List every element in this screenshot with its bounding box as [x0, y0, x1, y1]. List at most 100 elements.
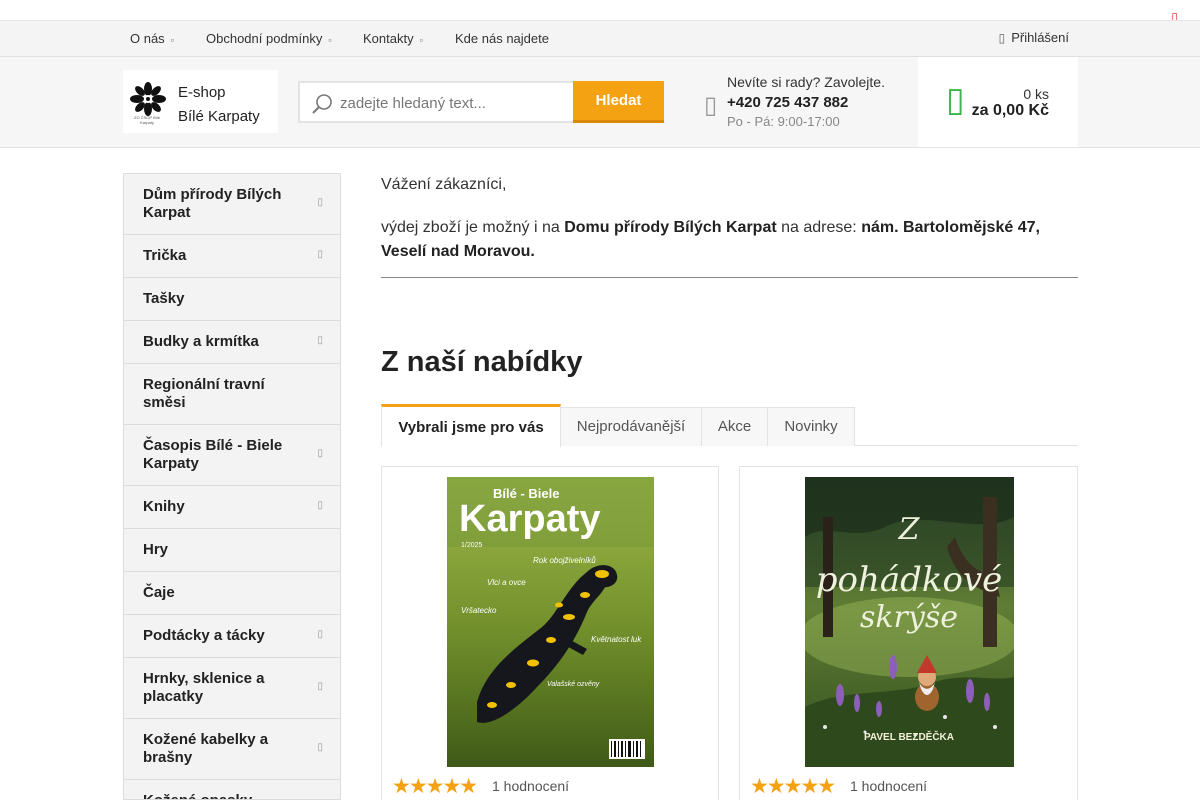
notice-text: výdej zboží je možný i na Domu přírody B… — [381, 216, 1078, 264]
sidebar-item-casopis[interactable]: Časopis Bílé - Biele Karpaty ▯ — [124, 425, 340, 486]
help-text: Nevíte si rady? Zavolejte. — [727, 74, 885, 90]
category-label: Tašky — [143, 290, 185, 307]
chevron-down-icon: ▫ — [170, 35, 174, 45]
login-label: Přihlášení — [1011, 30, 1069, 45]
category-label: Hrnky, sklenice a placatky — [143, 670, 265, 705]
cover-title-line2: pohádkové — [816, 560, 1003, 600]
rating-text[interactable]: 1 hodnocení — [492, 778, 569, 794]
chevron-right-icon: ▯ — [317, 249, 323, 260]
nav-item-kde-nas-najdete[interactable]: Kde nás najdete — [455, 21, 549, 57]
tab-akce[interactable]: Akce — [701, 407, 768, 446]
logo-subtitle: ZO ČSOP Bílé Karpaty — [134, 115, 160, 125]
chevron-right-icon: ▯ — [317, 681, 323, 692]
rating-stars: ★★★★★ — [392, 775, 478, 798]
rating-text[interactable]: 1 hodnocení — [850, 778, 927, 794]
sidebar-item-hry[interactable]: Hry — [124, 529, 340, 572]
category-label: Budky a krmítka — [143, 333, 259, 350]
sidebar-item-podtacky[interactable]: Podtácky a tácky ▯ — [124, 615, 340, 658]
chevron-right-icon: ▯ — [317, 500, 323, 511]
notice-prefix: výdej zboží je možný i na — [381, 219, 565, 236]
sidebar-item-opasky[interactable]: Kožené opasky — [124, 780, 340, 799]
product-card[interactable]: Bílé - Biele Karpaty 1/2025 Rok obojžive… — [381, 466, 719, 800]
cover-headline: Vršatecko — [461, 606, 497, 615]
nav-item-label: Kontakty — [363, 31, 414, 46]
magazine-cover-image: Bílé - Biele Karpaty 1/2025 Rok obojžive… — [447, 477, 654, 767]
cover-title-line1: Z — [898, 512, 921, 547]
chevron-right-icon: ▯ — [317, 448, 323, 459]
logo-text-line2: Bílé Karpaty — [178, 108, 260, 125]
logo[interactable]: ZO ČSOP Bílé Karpaty E-shop Bílé Karpaty — [123, 70, 278, 133]
user-icon: ▯ — [998, 31, 1006, 45]
cart-widget[interactable]: ▯ 0 ks za 0,00 Kč — [918, 57, 1078, 147]
top-navigation: O nás ▫ Obchodní podmínky ▫ Kontakty ▫ Kde … — [0, 20, 1200, 57]
search-input[interactable] — [340, 93, 568, 113]
product-rating: ★★★★★ 1 hodnocení — [750, 775, 927, 798]
flower-logo-icon — [130, 82, 166, 116]
search-form: Hledat — [298, 81, 664, 123]
section-title: Z naší nabídky — [381, 346, 583, 378]
sidebar-item-tricka[interactable]: Trička ▯ — [124, 235, 340, 278]
search-icon — [312, 94, 332, 114]
notice-middle: na adrese: — [776, 219, 862, 236]
sidebar-item-tasky[interactable]: Tašky — [124, 278, 340, 321]
sidebar-item-dum-prirody[interactable]: Dům přírody Bílých Karpat ▯ — [124, 174, 340, 235]
category-label: Podtácky a tácky — [143, 627, 265, 644]
nav-item-label: Obchodní podmínky — [206, 31, 323, 46]
login-link[interactable]: ▯ Přihlášení — [999, 21, 1069, 57]
cart-icon: ▯ — [946, 81, 965, 119]
sidebar-item-kabelky[interactable]: Kožené kabelky a brašny ▯ — [124, 719, 340, 780]
cover-headline: Květnatost luk — [591, 635, 642, 644]
tab-nejprodavanejsi[interactable]: Nejprodávanější — [560, 407, 702, 446]
top-strip: ▯ — [0, 0, 1200, 23]
search-box — [298, 81, 574, 123]
product-rating: ★★★★★ 1 hodnocení — [392, 775, 569, 798]
cover-title-text: Karpaty — [459, 498, 601, 540]
product-card[interactable]: Z pohádkové skrýše PAVEL BEZDĚČKA ★★★★★ … — [739, 466, 1078, 800]
header: ZO ČSOP Bílé Karpaty E-shop Bílé Karpaty… — [0, 57, 1200, 148]
cover-headline: Vlci a ovce — [487, 578, 526, 587]
chevron-right-icon: ▯ — [317, 335, 323, 346]
sidebar-item-knihy[interactable]: Knihy ▯ — [124, 486, 340, 529]
sidebar-item-caje[interactable]: Čaje — [124, 572, 340, 615]
nav-item-o-nas[interactable]: O nás ▫ — [130, 21, 174, 57]
category-label: Čaje — [143, 584, 175, 601]
tab-vybrali-jsme[interactable]: Vybrali jsme pro vás — [381, 404, 561, 447]
phone-number[interactable]: +420 725 437 882 — [727, 94, 848, 111]
category-label: Časopis Bílé - Biele Karpaty — [143, 437, 283, 472]
nav-item-label: Kde nás najdete — [455, 31, 549, 46]
chevron-right-icon: ▯ — [317, 629, 323, 640]
nav-item-kontakty[interactable]: Kontakty ▫ — [363, 21, 423, 57]
category-label: Knihy — [143, 498, 185, 515]
cover-author: PAVEL BEZDĚČKA — [864, 730, 954, 743]
cover-title-line3: skrýše — [860, 600, 958, 635]
nav-item-label: O nás — [130, 31, 165, 46]
cover-headline: Valašské ozvěny — [547, 681, 600, 688]
product-image[interactable]: Z pohádkové skrýše PAVEL BEZDĚČKA — [805, 477, 1014, 767]
category-label: Dům přírody Bílých Karpat — [143, 186, 282, 221]
category-label: Trička — [143, 247, 187, 264]
notice-greeting: Vážení zákazníci, — [381, 176, 507, 193]
chevron-right-icon: ▯ — [317, 742, 323, 753]
product-image[interactable]: Bílé - Biele Karpaty 1/2025 Rok obojžive… — [447, 477, 654, 767]
notice-place: Domu přírody Bílých Karpat — [564, 219, 777, 236]
chevron-down-icon: ▫ — [419, 35, 423, 45]
divider — [381, 277, 1078, 278]
category-label: Hry — [143, 541, 169, 558]
search-button[interactable]: Hledat — [573, 81, 664, 123]
sidebar-item-budky[interactable]: Budky a krmítka ▯ — [124, 321, 340, 364]
phone-icon: ▯ — [704, 92, 718, 119]
category-label: Kožené opasky — [143, 792, 303, 799]
rating-stars: ★★★★★ — [750, 775, 836, 798]
tab-novinky[interactable]: Novinky — [767, 407, 855, 446]
cart-count: 0 ks — [1023, 86, 1049, 102]
category-label: Kožené kabelky a brašny — [143, 731, 269, 766]
chevron-down-icon: ▫ — [328, 35, 332, 45]
nav-item-obchodni-podminky[interactable]: Obchodní podmínky ▫ — [206, 21, 332, 57]
category-sidebar: Dům přírody Bílých Karpat ▯ Trička ▯ Taš… — [123, 173, 341, 800]
book-cover-image: Z pohádkové skrýše PAVEL BEZDĚČKA — [805, 477, 1014, 767]
cover-headline: Rok obojživelníků — [533, 556, 596, 565]
cover-issue-text: 1/2025 — [461, 542, 483, 549]
logo-text-line1: E-shop — [178, 84, 226, 101]
sidebar-item-travni-smesi[interactable]: Regionální travní směsi — [124, 364, 340, 425]
sidebar-item-hrnky[interactable]: Hrnky, sklenice a placatky ▯ — [124, 658, 340, 719]
